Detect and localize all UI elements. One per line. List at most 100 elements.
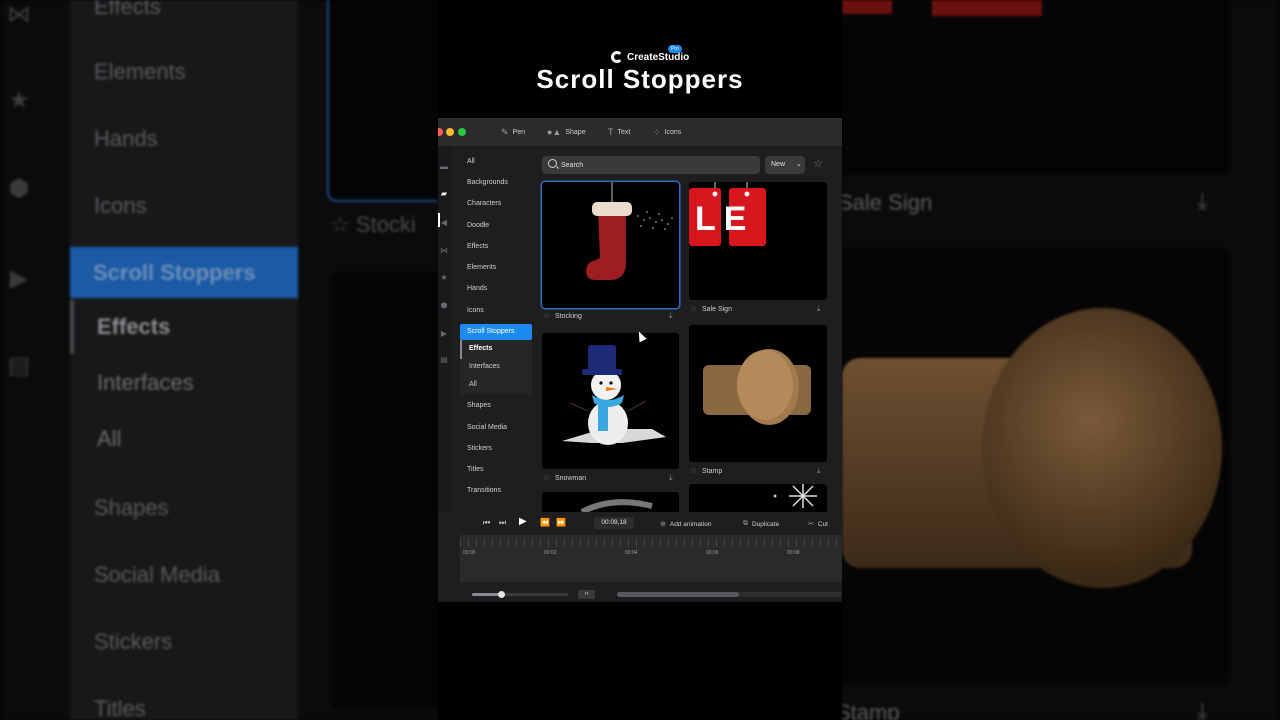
star-icon[interactable]: ★ — [439, 273, 449, 282]
category-backgrounds[interactable]: Backgrounds — [467, 179, 508, 186]
zoom-slider[interactable] — [472, 591, 568, 598]
duplicate-label: Duplicate — [752, 520, 780, 528]
bg-item: Shapes — [94, 495, 169, 520]
search-input[interactable] — [561, 156, 751, 174]
clapper-icon[interactable]: ▰ — [439, 189, 449, 198]
asset-card-stocking[interactable] — [542, 182, 679, 308]
zoom-window-button[interactable] — [458, 128, 466, 136]
asset-label: Stocking — [555, 313, 582, 320]
shape-tool-button[interactable]: ●▲ Shape — [547, 127, 586, 137]
asset-card-sale-sign[interactable]: LE — [689, 182, 827, 300]
text-icon: T — [608, 127, 614, 137]
bg-download-icon: ⤓ — [1197, 188, 1208, 215]
add-animation-button[interactable]: ⊕ Add animation — [660, 520, 712, 529]
minimize-window-button[interactable] — [446, 128, 454, 136]
subcategory-all[interactable]: All — [469, 381, 477, 388]
category-social-media[interactable]: Social Media — [467, 424, 507, 431]
timeline-scroll-thumb[interactable] — [617, 592, 739, 597]
favorite-star-icon[interactable]: ☆ — [543, 473, 550, 482]
text-tool-button[interactable]: T Text — [608, 127, 630, 137]
download-icon[interactable]: ⤓ — [817, 304, 821, 314]
sort-value: New — [771, 161, 786, 168]
fast-forward-icon[interactable]: ⏩ — [556, 518, 566, 527]
category-shapes[interactable]: Shapes — [467, 402, 491, 409]
duplicate-button[interactable]: ⧉ Duplicate — [743, 520, 779, 528]
category-selected-label: Scroll Stoppers — [467, 328, 515, 335]
category-elements[interactable]: Elements — [467, 264, 496, 271]
icons-label: Icons — [664, 129, 682, 136]
download-icon[interactable]: ⤓ — [669, 473, 673, 483]
bg-card-label: ☆ Stocki — [330, 212, 416, 237]
category-titles[interactable]: Titles — [467, 466, 483, 473]
category-transitions[interactable]: Transitions — [467, 487, 501, 494]
time-tick: 00:00 — [463, 550, 476, 556]
category-all[interactable]: All — [467, 158, 475, 165]
logo-mark-icon — [611, 51, 623, 63]
asset-card-stamp[interactable] — [689, 325, 827, 462]
add-animation-label: Add animation — [669, 520, 712, 528]
bg-sign-piece — [932, 0, 1042, 16]
search-box[interactable] — [542, 156, 760, 174]
category-icons[interactable]: Icons — [467, 307, 484, 314]
subcategory-effects[interactable]: Effects — [469, 345, 492, 352]
bg-gear-icon: ⬢ — [8, 175, 30, 202]
timeline-ruler — [460, 539, 842, 547]
timeline-panel: ⏮ ⏭ ▶ ⏪ ⏩ 00:09,18 ⊕ Add animation ⧉ Dupli… — [438, 512, 842, 602]
zoom-slider-handle[interactable] — [497, 591, 505, 598]
bg-item: Hands — [94, 126, 158, 151]
subcategory-indicator — [460, 340, 462, 359]
gear-icon[interactable]: ⬢ — [439, 301, 449, 310]
transition-icon[interactable]: ⋈ — [439, 246, 449, 255]
snowman-thumbnail — [562, 345, 666, 445]
rewind-icon[interactable]: ⏪ — [540, 518, 550, 527]
subcategory-interfaces[interactable]: Interfaces — [469, 363, 500, 370]
category-doodle[interactable]: Doodle — [467, 222, 489, 229]
audio-icon[interactable]: ◀ — [439, 218, 449, 227]
cut-button[interactable]: ✂ Cut — [808, 520, 828, 529]
bg-item: Stickers — [94, 629, 173, 654]
time-tick: 00:04 — [625, 550, 638, 556]
category-stickers[interactable]: Stickers — [467, 445, 492, 452]
category-hands[interactable]: Hands — [467, 285, 487, 292]
timecode-display[interactable]: 00:09,18 — [594, 517, 634, 529]
close-window-button[interactable] — [438, 128, 443, 136]
icons-tool-button[interactable]: ⁘ Icons — [653, 127, 681, 138]
favorite-star-icon[interactable]: ☆ — [690, 466, 697, 475]
favorites-star-icon[interactable]: ☆ — [813, 157, 823, 170]
step-forward-icon[interactable]: ⏭ — [499, 518, 506, 528]
folder-icon[interactable]: ▬ — [439, 162, 449, 171]
favorite-star-icon[interactable]: ☆ — [543, 311, 550, 320]
asset-card-partial[interactable] — [542, 492, 679, 512]
skip-back-icon[interactable]: ⏮ — [483, 518, 490, 528]
bg-item: Titles — [94, 696, 146, 720]
bg-sale-label: Sale Sign — [842, 190, 933, 215]
category-scroll-stoppers[interactable]: Scroll Stoppers — [460, 324, 532, 340]
bg-item: Social Media — [94, 562, 220, 587]
download-icon[interactable]: ⤓ — [669, 311, 673, 321]
fit-timeline-button[interactable]: ›‹ — [578, 590, 595, 599]
favorite-star-icon[interactable]: ☆ — [690, 304, 697, 313]
bg-item: Interfaces — [97, 370, 194, 395]
bg-card-label-text: Stocki — [355, 212, 416, 237]
bg-item: Effects — [94, 0, 161, 19]
category-characters[interactable]: Characters — [467, 200, 501, 207]
timeline-scrollbar[interactable] — [617, 592, 842, 597]
category-effects[interactable]: Effects — [467, 243, 488, 250]
film-icon[interactable]: ▤ — [439, 355, 449, 364]
asset-label: Sale Sign — [702, 306, 732, 313]
pen-tool-button[interactable]: ✎ Pen — [501, 127, 525, 138]
bg-bowtie-icon: ⋈ — [7, 1, 31, 28]
asset-card-partial[interactable] — [689, 484, 827, 512]
bg-card-stamp — [842, 248, 1231, 684]
bg-stamp-disc — [982, 308, 1222, 588]
plus-circle-icon: ⊕ — [660, 521, 666, 528]
bg-sub-indicator — [70, 300, 74, 354]
cut-label: Cut — [817, 520, 828, 528]
asset-card-snowman[interactable] — [542, 333, 679, 469]
video-icon[interactable]: ▶ — [439, 329, 449, 338]
play-icon[interactable]: ▶ — [519, 516, 527, 527]
download-icon[interactable]: ⤓ — [817, 466, 821, 476]
brand-logo: CreateStudio Pro — [611, 45, 689, 63]
search-icon — [548, 159, 557, 168]
sort-dropdown[interactable]: New ⌄ — [765, 156, 805, 174]
